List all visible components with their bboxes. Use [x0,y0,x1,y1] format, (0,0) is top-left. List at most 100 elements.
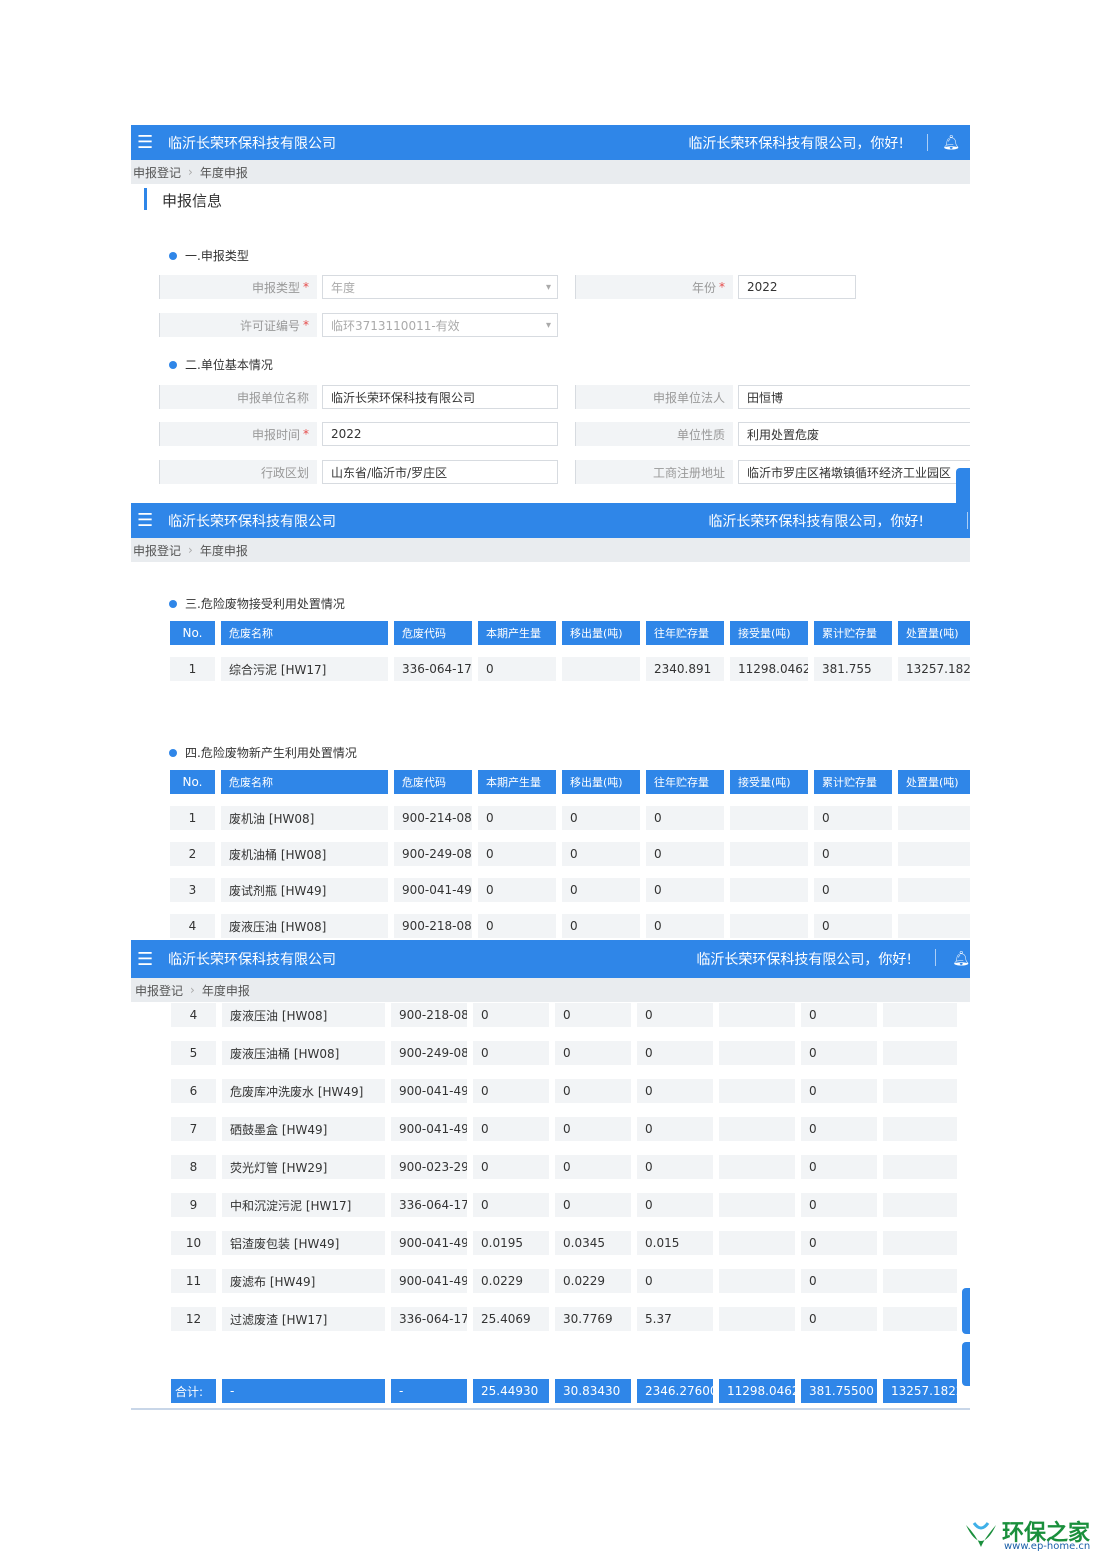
chevron-right-icon: › [188,165,193,179]
table-cell: 综合污泥 [HW17] [221,657,388,681]
form-row: 申报单位名称 临沂长荣环保科技有限公司 [159,385,558,409]
table-cell: 13257.1822 [898,657,970,681]
field-label: 许可证编号 * [159,313,317,337]
menu-icon[interactable]: ☰ [137,940,153,978]
table-cell: 0 [637,1117,713,1141]
title-accent [144,188,147,210]
year-field[interactable]: 2022 [738,275,856,299]
table-cell: 处置量(吨) [898,770,970,794]
table-cell: 0 [814,806,892,830]
breadcrumb-parent[interactable]: 申报登记 [135,982,183,999]
table-cell: 11 [171,1269,216,1293]
table-cell: 900-249-08 [391,1041,467,1065]
side-float-tab[interactable] [962,1342,970,1386]
table-section4: No. 危废名称 危废代码 本期产生量 移出量(吨) 往年贮存量 接受量(吨) 累计贮存量 处置… [170,770,970,940]
screenshot-panel-1: ☰ 临沂长荣环保科技有限公司 临沂长荣环保科技有限公司，你好! 🔔︎ 申报登记 … [131,125,970,503]
table-section3: No. 危废名称 危废代码 本期产生量 移出量(吨) 往年贮存量 接受量(吨) 累计贮存量 处置… [170,621,970,693]
menu-icon[interactable]: ☰ [137,125,153,160]
table-cell [898,806,970,830]
table-row: 6 危废库冲洗废水 [HW49] 900-041-49 0 0 0 0 [171,1079,957,1103]
table-cell: 0 [473,1155,549,1179]
breadcrumb: 申报登记 › 年度申报 [131,978,970,1002]
table-cell: 4 [171,1003,216,1027]
table-cell [883,1041,957,1065]
table-cell: 0 [555,1117,631,1141]
table-cell: 危废名称 [221,621,388,645]
table-row: 12 过滤废渣 [HW17] 336-064-17 25.4069 30.7769 5.3… [171,1307,957,1331]
table-cell: 25.44930 [473,1379,549,1403]
table-cell: 废试剂瓶 [HW49] [221,878,388,902]
table-cell: 13257.18220 [883,1379,957,1403]
table-cell [883,1117,957,1141]
table-cell: 0 [801,1041,877,1065]
table-cell: 0 [473,1117,549,1141]
section-heading: 四.危险废物新产生利用处置情况 [169,744,357,761]
breadcrumb-current: 年度申报 [199,165,248,180]
table-cell: 0 [646,842,724,866]
address-field[interactable]: 临沂市罗庄区褚墩镇循环经济工业园区 [738,460,970,484]
field-label: 行政区划 [159,460,317,484]
bell-icon[interactable]: 🔔︎ [942,125,960,160]
region-field[interactable]: 山东省/临沂市/罗庄区 [322,460,558,484]
table-cell: 0 [801,1117,877,1141]
table-cell: 0 [801,1269,877,1293]
table-cell [883,1307,957,1331]
table-cell: 废滤布 [HW49] [222,1269,385,1293]
unit-nature-field[interactable]: 利用处置危废 [738,422,970,446]
report-time-field[interactable]: 2022 [322,422,558,446]
table-cell: 3 [170,878,215,902]
table-cell: 累计贮存量 [814,621,892,645]
table-cell: 0.015 [637,1231,713,1255]
greeting: 临沂长荣环保科技有限公司，你好! [708,513,924,530]
table-cell: 30.83430 [555,1379,631,1403]
table-cell [883,1193,957,1217]
table-cell: 12 [171,1307,216,1331]
company-name: 临沂长荣环保科技有限公司 [168,513,336,530]
leaf-logo-icon [966,1522,996,1547]
greeting: 临沂长荣环保科技有限公司，你好! [688,135,904,152]
table-cell: 2346.27600 [637,1379,713,1403]
side-float-tab[interactable] [962,1288,970,1334]
bullet-icon [169,251,177,260]
breadcrumb-parent[interactable]: 申报登记 [133,542,181,559]
table-cell: 硒鼓墨盒 [HW49] [222,1117,385,1141]
table-cell: 336-064-17 [391,1193,467,1217]
table-cell [719,1079,795,1103]
chevron-down-icon: ▾ [545,319,551,331]
table-cell: 900-041-49 [391,1079,467,1103]
table-cell [730,842,808,866]
table-cell: 0 [801,1003,877,1027]
table-cell [719,1307,795,1331]
table-cell: 381.755 [814,657,892,681]
table-row: 7 硒鼓墨盒 [HW49] 900-041-49 0 0 0 0 [171,1117,957,1141]
table-cell: 336-064-17 [391,1307,467,1331]
table-cell: 8 [171,1155,216,1179]
table-cell: 合计: [171,1379,216,1403]
unit-name-field[interactable]: 临沂长荣环保科技有限公司 [322,385,558,409]
section-heading: 二.单位基本情况 [169,356,273,373]
table-cell: 9 [171,1193,216,1217]
table-section4-continued: 4 废液压油 [HW08] 900-218-08 0 0 0 0 5 废液压油桶 [HW08] 9… [171,1003,957,1345]
watermark-logo: 环保之家 www.ep-home.cn [962,1515,1098,1555]
field-label: 年份 * [575,275,733,299]
table-cell: 中和沉淀污泥 [HW17] [222,1193,385,1217]
divider [927,134,928,151]
field-label: 申报类型 * [159,275,317,299]
company-name: 临沂长荣环保科技有限公司 [168,952,336,968]
legal-person-field[interactable]: 田恒博 [738,385,970,409]
field-label: 申报单位名称 [159,385,317,409]
bell-icon[interactable]: 🔔︎ [952,940,970,978]
table-cell: 0.0345 [555,1231,631,1255]
side-float-tab[interactable] [956,468,970,503]
table-cell [883,1269,957,1293]
table-cell: 接受量(吨) [730,621,808,645]
table-cell: - [391,1379,467,1403]
menu-icon[interactable]: ☰ [137,503,153,538]
permit-select[interactable]: 临环3713110011-有效 ▾ [322,313,558,337]
section-heading: 一.申报类型 [169,247,249,264]
report-type-select[interactable]: 年度 ▾ [322,275,558,299]
table-cell: 900-249-08 [394,842,472,866]
table-cell: 废机油 [HW08] [221,806,388,830]
breadcrumb-parent[interactable]: 申报登记 [133,164,181,181]
table-header-row: No. 危废名称 危废代码 本期产生量 移出量(吨) 往年贮存量 接受量(吨) 累计贮存量 处置… [170,621,970,645]
